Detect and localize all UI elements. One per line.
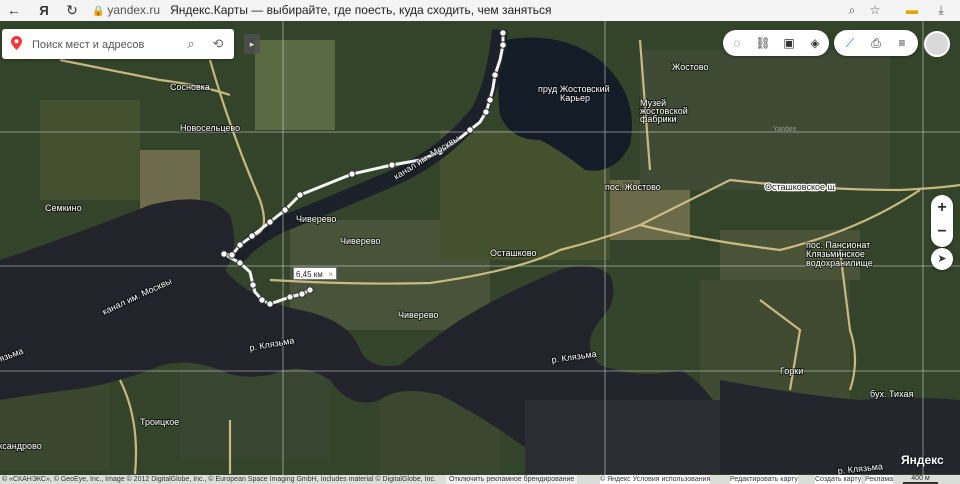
address-bar[interactable]: 🔒 yandex.ru Яндекс.Карты — выбирайте, гд… bbox=[92, 1, 888, 19]
close-icon[interactable]: × bbox=[328, 268, 333, 281]
chiverevo-label-1: Чиверево bbox=[296, 214, 336, 224]
bookmark-icon[interactable]: ☆ bbox=[866, 1, 884, 20]
zoom-control: + − bbox=[931, 195, 953, 247]
menu-icon[interactable]: ▬ bbox=[903, 1, 921, 20]
layers-toolbar: ◌ ⛓ ▣ ◈ bbox=[723, 30, 829, 56]
chiverevo-label-2: Чиверево bbox=[340, 236, 380, 246]
disable-ads-link[interactable]: Отключить рекламное брендирование bbox=[446, 475, 578, 484]
tools-toolbar: ⟋ ⎙ ≡ bbox=[834, 30, 918, 56]
search-icon[interactable]: ⌕ bbox=[182, 35, 200, 53]
ruler-icon[interactable]: ⟋ bbox=[840, 33, 860, 53]
transport-icon[interactable]: ▣ bbox=[779, 33, 799, 53]
yandex-terms-link[interactable]: © Яндекс Условия использования bbox=[600, 475, 711, 484]
page-title: Яндекс.Карты — выбирайте, где поесть, ку… bbox=[170, 3, 552, 17]
route-distance-value: 6,45 км bbox=[296, 270, 323, 279]
novoseltsevo-label: Новосельцево bbox=[180, 123, 240, 133]
address-host: yandex.ru bbox=[107, 3, 161, 17]
chiverevo-label-3: Чиверево bbox=[398, 310, 438, 320]
semkino-label: Семкино bbox=[45, 203, 82, 213]
download-icon[interactable]: ⤓ bbox=[932, 1, 950, 20]
ostashkovo-label: Осташково bbox=[490, 248, 536, 258]
zoom-in-button[interactable]: + bbox=[931, 197, 953, 219]
location-pin-icon bbox=[11, 36, 22, 50]
reload-icon[interactable]: ↻ bbox=[62, 1, 82, 20]
sosnovka-label: Сосновка bbox=[170, 82, 210, 92]
zhostovo-label: Жостово bbox=[672, 62, 708, 72]
copyright-text: © «СКАНЭКС», © GeoEye, Inc., Image © 201… bbox=[2, 476, 436, 483]
traffic-icon[interactable]: ◌ bbox=[727, 33, 747, 53]
troitskoe-label: Троицкое bbox=[140, 417, 179, 427]
route-distance-label: 6,45 км × bbox=[293, 267, 337, 280]
museum-label-3: фабрики bbox=[640, 114, 677, 124]
scale-bar: 400 м bbox=[903, 474, 938, 484]
create-map-link[interactable]: Создать карту bbox=[815, 475, 862, 484]
yandex-watermark: Yandex bbox=[773, 126, 797, 133]
map-footer: © «СКАНЭКС», © GeoEye, Inc., Image © 201… bbox=[0, 475, 960, 484]
search-input[interactable] bbox=[30, 35, 179, 55]
layers-icon[interactable]: ◈ bbox=[805, 33, 825, 53]
pansionat-label-3: водохранилище bbox=[806, 258, 873, 268]
quarry-label: Карьер bbox=[560, 93, 590, 103]
ostashkovskoe-label: Осташковское ш bbox=[765, 182, 835, 192]
gorki-label: Горки bbox=[780, 366, 803, 376]
aleksandrovo-label: Александрово bbox=[0, 441, 42, 451]
yandex-logo: Яндекс bbox=[901, 453, 944, 467]
browser-toolbar: ← Я ↻ 🔒 yandex.ru Яндекс.Карты — выбирай… bbox=[0, 0, 960, 22]
menu-icon[interactable]: ≡ bbox=[892, 33, 912, 53]
route-icon[interactable]: ⟲ bbox=[209, 35, 227, 53]
satellite-map[interactable]: пруд Жостовский Карьер Музей жостовской … bbox=[0, 21, 960, 484]
back-icon[interactable]: ← bbox=[4, 1, 24, 20]
yandex-browser-icon[interactable]: Я bbox=[34, 1, 54, 20]
search-panel: ⌕ ⟲ bbox=[2, 29, 234, 59]
collapse-sidebar-button[interactable]: ▸ bbox=[244, 34, 260, 54]
zoom-out-button[interactable]: − bbox=[931, 221, 953, 243]
buhta-label: бух. Тихая bbox=[870, 389, 913, 399]
pos-zhostovo-label: пос. Жостово bbox=[605, 182, 661, 192]
geolocation-button[interactable]: ➤ bbox=[931, 248, 953, 270]
lock-icon: 🔒 bbox=[92, 6, 105, 17]
ads-link[interactable]: Реклама bbox=[865, 475, 894, 484]
print-icon[interactable]: ⎙ bbox=[866, 33, 886, 53]
user-avatar[interactable] bbox=[924, 31, 950, 57]
edit-map-link[interactable]: Редактировать карту bbox=[730, 475, 798, 484]
panorama-icon[interactable]: ⛓ bbox=[753, 33, 773, 53]
search-icon[interactable]: ⌕ bbox=[843, 1, 861, 20]
